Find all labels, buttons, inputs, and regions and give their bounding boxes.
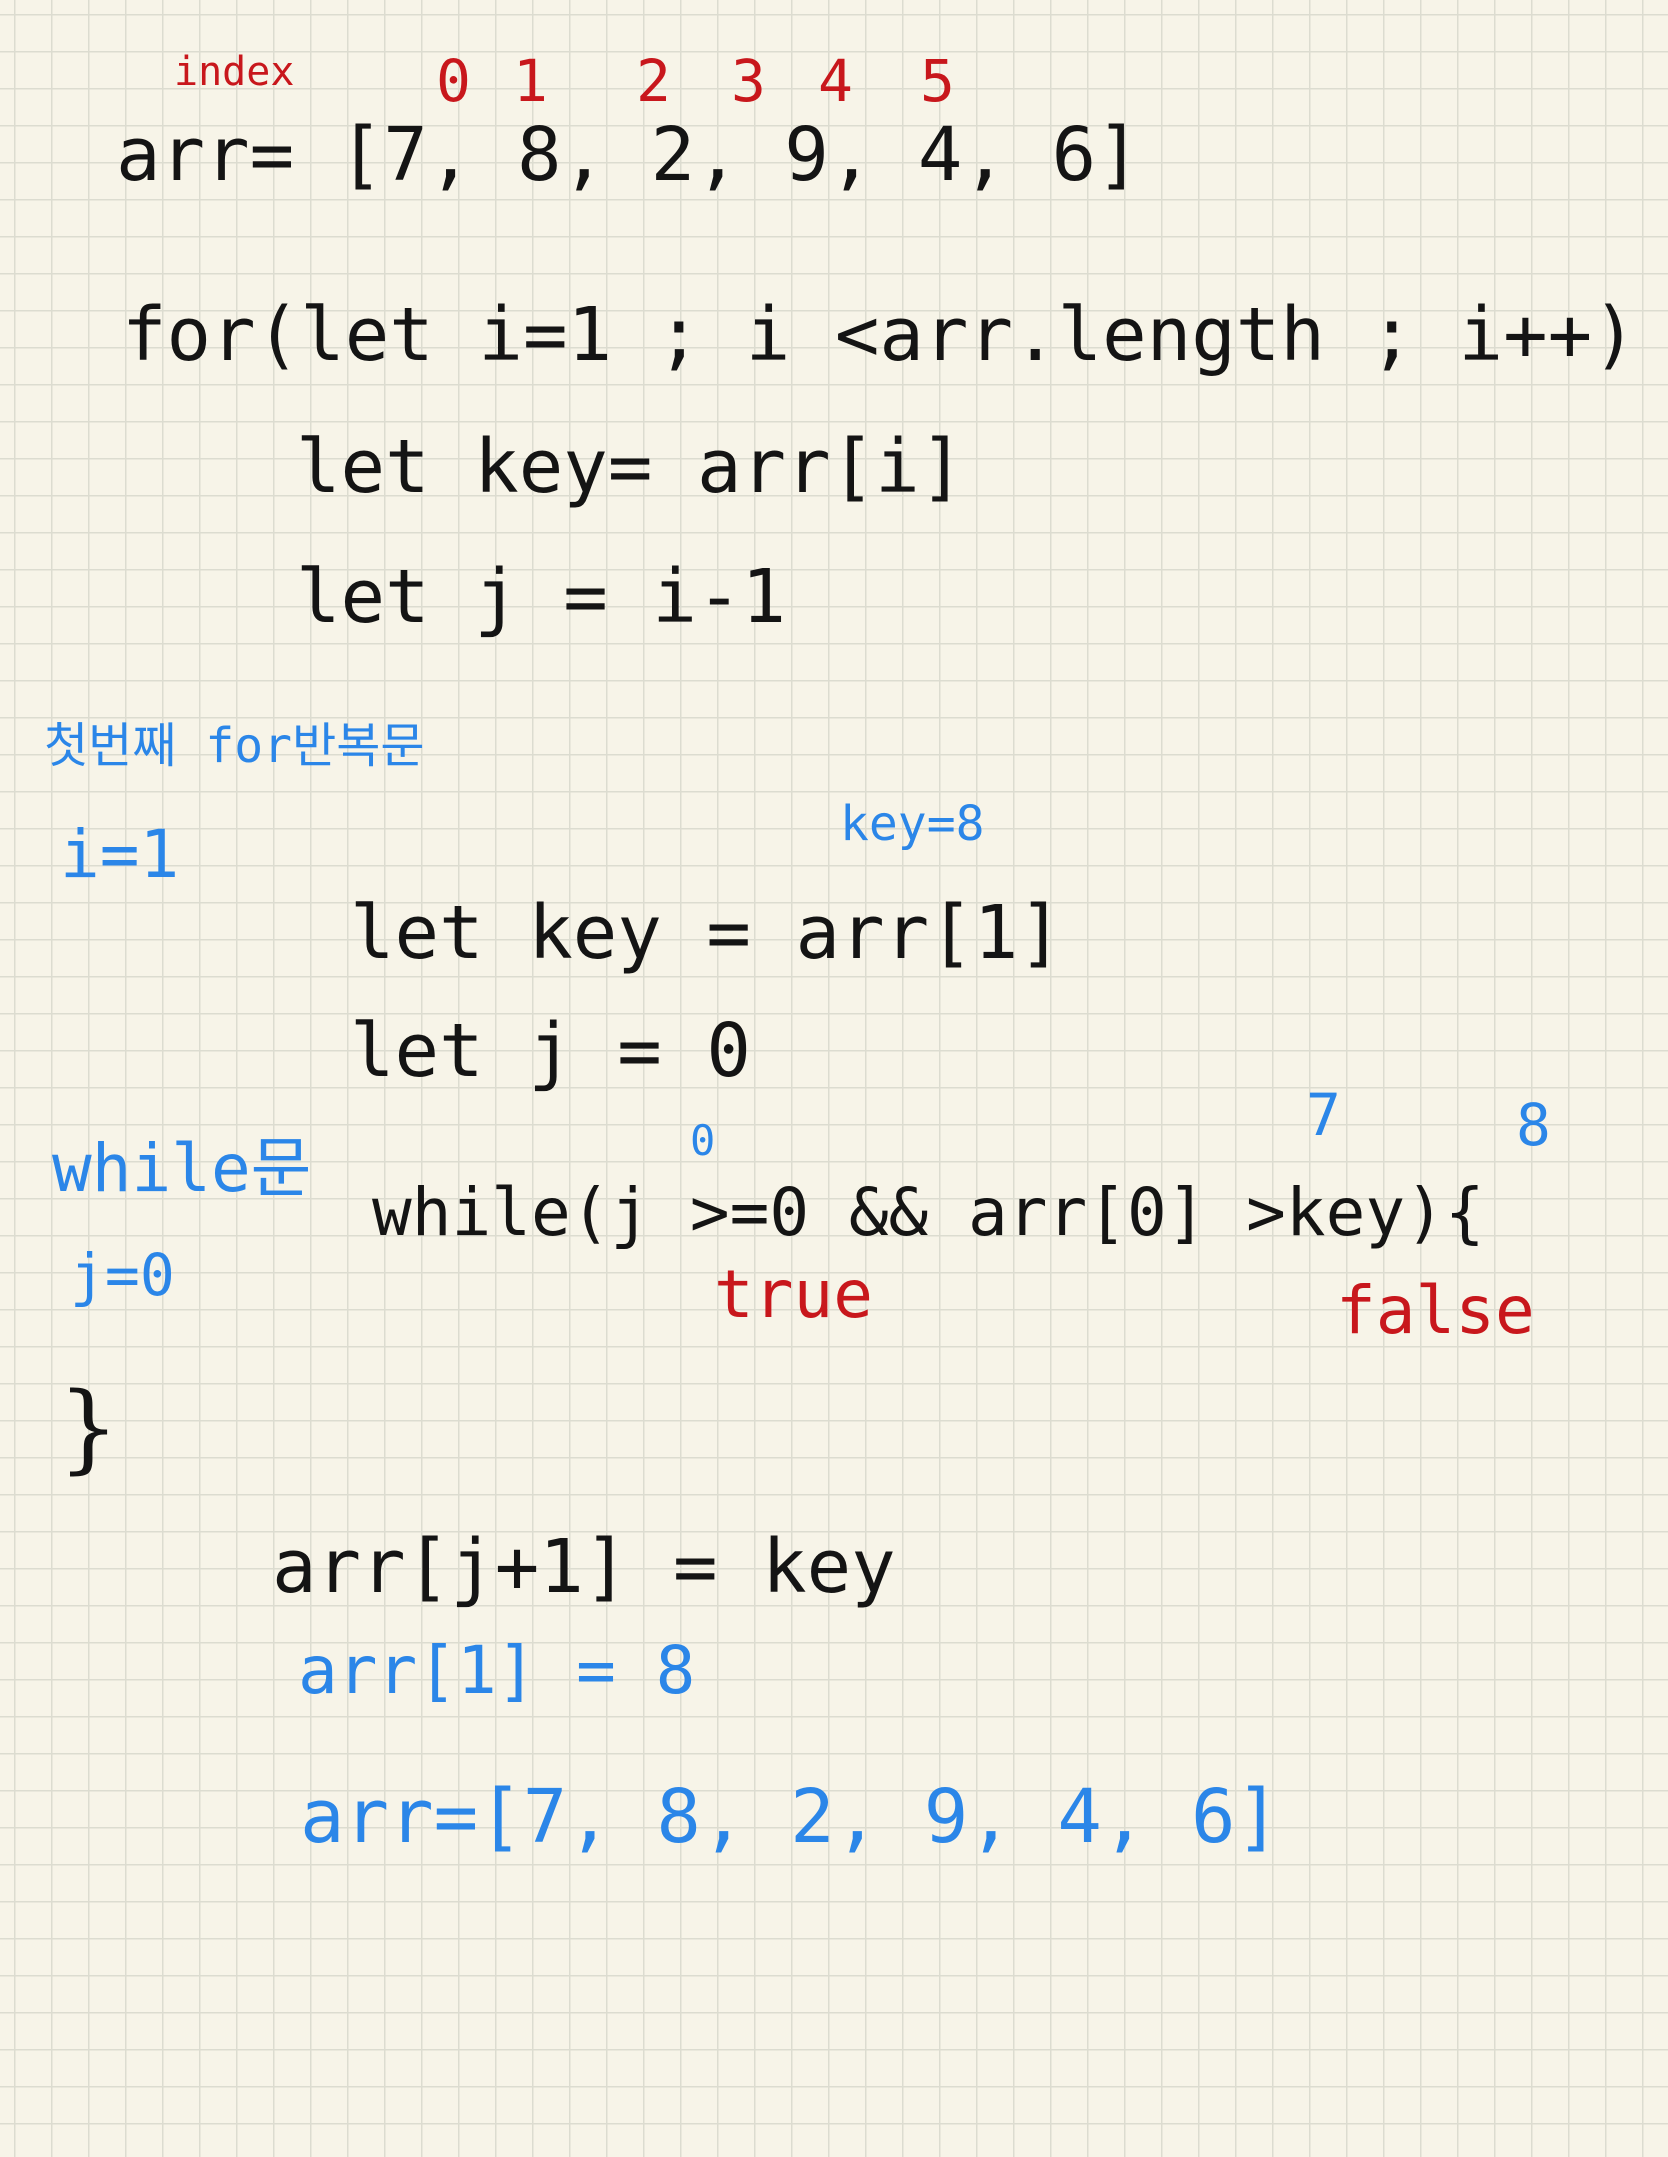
assignment-line: arr[j+1] = key: [272, 1524, 896, 1610]
first-j-line: let j = 0: [350, 1008, 751, 1094]
false-label: false: [1336, 1272, 1535, 1349]
while-condition-line: while(j >=0 && arr[0] >key){: [372, 1174, 1485, 1251]
index-3: 3: [731, 47, 766, 115]
assignment-result: arr[1] = 8: [298, 1632, 696, 1709]
i-value-note: i=1: [60, 816, 180, 893]
final-array-line: arr=[7, 8, 2, 9, 4, 6]: [300, 1774, 1281, 1860]
key-assign-line: let key= arr[i]: [296, 424, 965, 510]
index-4: 4: [818, 47, 853, 115]
index-2: 2: [636, 47, 671, 115]
while-arr-annotation: 7: [1306, 1081, 1341, 1149]
note-page: { "page": { "background": "#f7f4e8", "gr…: [0, 0, 1668, 2157]
for-loop-line: for(let i=1 ; i <arr.length ; i++): [122, 292, 1637, 378]
j-assign-line: let j = i-1: [296, 554, 787, 640]
while-key-annotation: 8: [1516, 1091, 1551, 1159]
index-1: 1: [513, 47, 548, 115]
true-label: true: [714, 1256, 873, 1333]
index-5: 5: [920, 47, 955, 115]
while-close-brace: }: [58, 1372, 120, 1484]
j-value-note: j=0: [70, 1241, 175, 1309]
index-0: 0: [436, 47, 471, 115]
key-value-note: key=8: [840, 796, 985, 852]
index-label: index: [174, 49, 295, 95]
while-j-annotation: 0: [690, 1116, 716, 1165]
while-heading: while문: [52, 1130, 312, 1207]
initial-array-line: arr= [7, 8, 2, 9, 4, 6]: [116, 112, 1141, 198]
first-key-line: let key = arr[1]: [350, 890, 1063, 976]
first-iteration-heading: 첫번째 for반복문: [44, 718, 425, 774]
